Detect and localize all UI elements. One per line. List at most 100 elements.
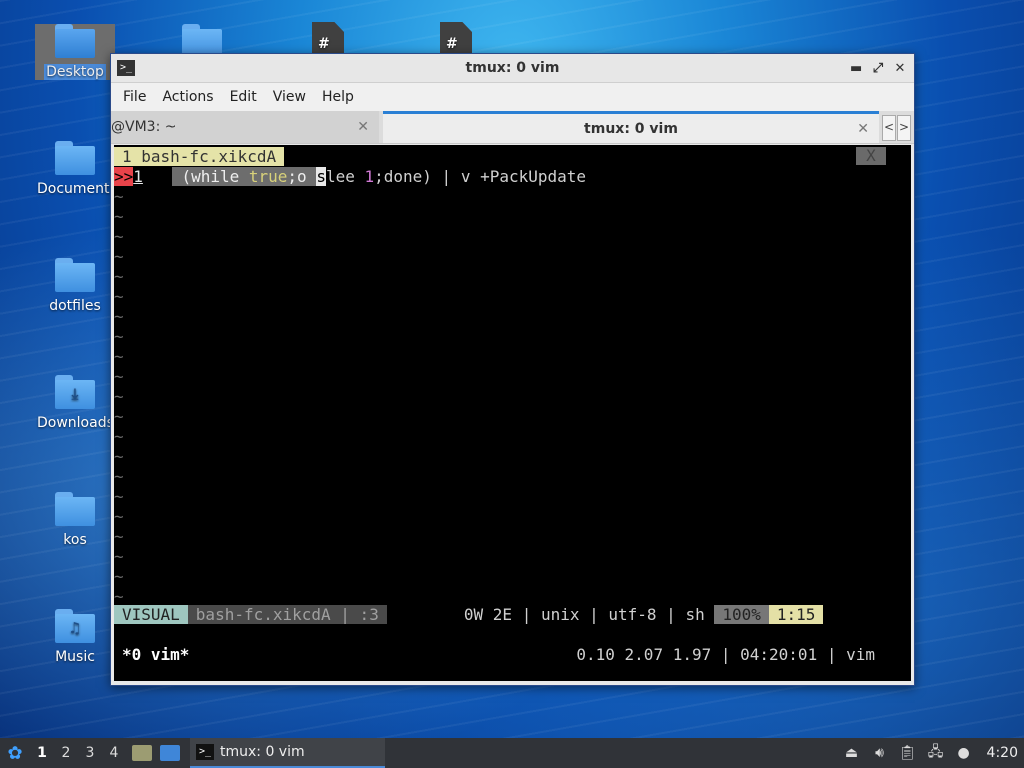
download-folder-icon: ⤓ xyxy=(55,375,95,409)
keyword-true: true xyxy=(248,167,288,186)
tmux-statusbar: *0 vim* 0.10 2.07 1.97 | 04:20:01 | vim xyxy=(114,645,911,665)
prompt-marker: >> xyxy=(114,167,134,186)
folder-icon xyxy=(55,24,95,58)
empty-line-tilde: ~ xyxy=(114,587,124,606)
vim-buffer-tabline: 1 bash-fc.xikcdA xyxy=(114,147,285,167)
folder-icon xyxy=(55,141,95,175)
desktop-icon-dotfiles[interactable]: dotfiles xyxy=(35,258,115,314)
close-icon[interactable]: ✕ xyxy=(894,61,906,76)
empty-line-tilde: ~ xyxy=(114,227,124,246)
tab-bar: @VM3: ~ ✕ tmux: 0 vim ✕ < > xyxy=(111,111,914,144)
menu-view[interactable]: View xyxy=(265,89,314,105)
selection-text: (while xyxy=(171,167,249,186)
desktop-icon-music[interactable]: ♫ Music xyxy=(35,609,115,665)
empty-line-tilde: ~ xyxy=(114,547,124,566)
scroll-percent: 100% xyxy=(714,605,769,624)
notification-icon[interactable]: ● xyxy=(955,744,973,762)
minimize-icon[interactable]: ▬ xyxy=(850,61,862,76)
buffer-close-button[interactable]: X xyxy=(856,147,886,165)
empty-line-tilde: ~ xyxy=(114,387,124,406)
window-title: tmux: 0 vim xyxy=(465,60,560,76)
cursor: s xyxy=(316,167,326,186)
empty-line-tilde: ~ xyxy=(114,187,124,206)
desktop-icon-label: dotfiles xyxy=(49,298,101,314)
music-folder-icon: ♫ xyxy=(55,609,95,643)
mode-indicator: VISUAL xyxy=(114,605,188,624)
workspace-2[interactable]: 2 xyxy=(54,745,78,761)
terminal-window: >_ tmux: 0 vim ▬ ⤢ ✕ File Actions Edit V… xyxy=(110,53,915,686)
system-tray: ⏏ 🔊︎ 📋︎ 🖧︎ ● 4:20 xyxy=(843,738,1024,768)
line-number: 1 xyxy=(133,167,143,186)
volume-icon[interactable]: 🔊︎ xyxy=(871,744,889,762)
empty-line-tilde: ~ xyxy=(114,407,124,426)
empty-line-tilde: ~ xyxy=(114,467,124,486)
workspace-1[interactable]: 1 xyxy=(30,745,54,761)
terminal-area[interactable]: 1 bash-fc.xikcdA X >>1 (while true;o sle… xyxy=(114,145,911,681)
empty-line-tilde: ~ xyxy=(114,327,124,346)
clock[interactable]: 4:20 xyxy=(987,745,1018,761)
code-text: lee xyxy=(325,167,365,186)
desktop-icon-label: kos xyxy=(63,532,87,548)
empty-line-tilde: ~ xyxy=(114,507,124,526)
empty-line-tilde: ~ xyxy=(114,347,124,366)
file-manager-icon[interactable] xyxy=(132,745,152,761)
empty-line-tilde: ~ xyxy=(114,487,124,506)
desktop-icon-label: Desktop xyxy=(44,64,106,80)
show-desktop-icon[interactable] xyxy=(160,745,180,761)
network-icon[interactable]: 🖧︎ xyxy=(927,744,945,762)
vim-statusline: VISUAL bash-fc.xikcdA | :3 0W 2E | unix |… xyxy=(114,605,884,625)
selection-text: ;o xyxy=(287,167,317,186)
editor-line: >>1 (while true;o slee 1;done) | v +Pack… xyxy=(114,167,586,187)
maximize-icon[interactable]: ⤢ xyxy=(872,61,884,76)
window-titlebar[interactable]: >_ tmux: 0 vim ▬ ⤢ ✕ xyxy=(111,54,914,83)
desktop-icon-desktop[interactable]: Desktop xyxy=(35,24,115,80)
empty-line-tilde: ~ xyxy=(114,447,124,466)
desktop-icon-kos[interactable]: kos xyxy=(35,492,115,548)
folder-icon xyxy=(55,258,95,292)
workspace-4[interactable]: 4 xyxy=(102,745,126,761)
number-literal: 1 xyxy=(364,167,375,186)
eject-icon[interactable]: ⏏ xyxy=(843,744,861,762)
menu-actions[interactable]: Actions xyxy=(154,89,221,105)
desktop-icon-downloads[interactable]: ⤓ Downloads xyxy=(35,375,115,431)
desktop-icon-label: Documents xyxy=(37,181,117,197)
desktop-icon-label: Downloads xyxy=(37,415,114,431)
empty-line-tilde: ~ xyxy=(114,207,124,226)
tab-label: tmux: 0 vim xyxy=(584,120,678,137)
empty-line-tilde: ~ xyxy=(114,527,124,546)
tab-tmux[interactable]: tmux: 0 vim ✕ xyxy=(383,111,879,143)
taskbar-task-tmux[interactable]: >_ tmux: 0 vim xyxy=(190,738,385,768)
terminal-icon: >_ xyxy=(196,744,214,760)
tmux-status-right: 0.10 2.07 1.97 | 04:20:01 | vim xyxy=(576,645,875,664)
window-controls: ▬ ⤢ ✕ xyxy=(850,54,906,82)
menu-help[interactable]: Help xyxy=(314,89,362,105)
menu-edit[interactable]: Edit xyxy=(222,89,265,105)
tab-scroll-left-icon[interactable]: < xyxy=(882,115,896,141)
tab-close-icon[interactable]: ✕ xyxy=(857,121,869,137)
desktop-icon-documents[interactable]: Documents xyxy=(35,141,117,197)
buffer-tab[interactable]: 1 bash-fc.xikcdA xyxy=(114,147,285,166)
clipboard-icon[interactable]: 📋︎ xyxy=(899,744,917,762)
empty-line-tilde: ~ xyxy=(114,247,124,266)
empty-line-tilde: ~ xyxy=(114,307,124,326)
tmux-window-name[interactable]: *0 vim* xyxy=(114,645,189,664)
menu-file[interactable]: File xyxy=(115,89,154,105)
empty-line-tilde: ~ xyxy=(114,367,124,386)
empty-line-tilde: ~ xyxy=(114,267,124,286)
code-text: ;done) | v +PackUpdate xyxy=(374,167,587,186)
workspace-3[interactable]: 3 xyxy=(78,745,102,761)
empty-line-tilde: ~ xyxy=(114,567,124,586)
cursor-position: 1:15 xyxy=(768,605,824,624)
tab-label: @VM3: ~ xyxy=(111,119,177,135)
tab-scroll-right-icon[interactable]: > xyxy=(897,115,911,141)
menu-bar: File Actions Edit View Help xyxy=(111,83,914,111)
tab-vm3[interactable]: @VM3: ~ ✕ xyxy=(111,111,379,143)
taskbar: ✿ 1 2 3 4 >_ tmux: 0 vim ⏏ 🔊︎ 📋︎ 🖧︎ ● 4:… xyxy=(0,738,1024,768)
file-info: 0W 2E | unix | utf-8 | sh xyxy=(463,605,705,624)
file-name: bash-fc.xikcdA | :3 xyxy=(187,605,387,624)
empty-line-tilde: ~ xyxy=(114,427,124,446)
empty-line-tilde: ~ xyxy=(114,287,124,306)
tab-close-icon[interactable]: ✕ xyxy=(357,119,369,135)
start-menu-icon[interactable]: ✿ xyxy=(0,743,30,764)
taskbar-task-label: tmux: 0 vim xyxy=(220,744,305,760)
